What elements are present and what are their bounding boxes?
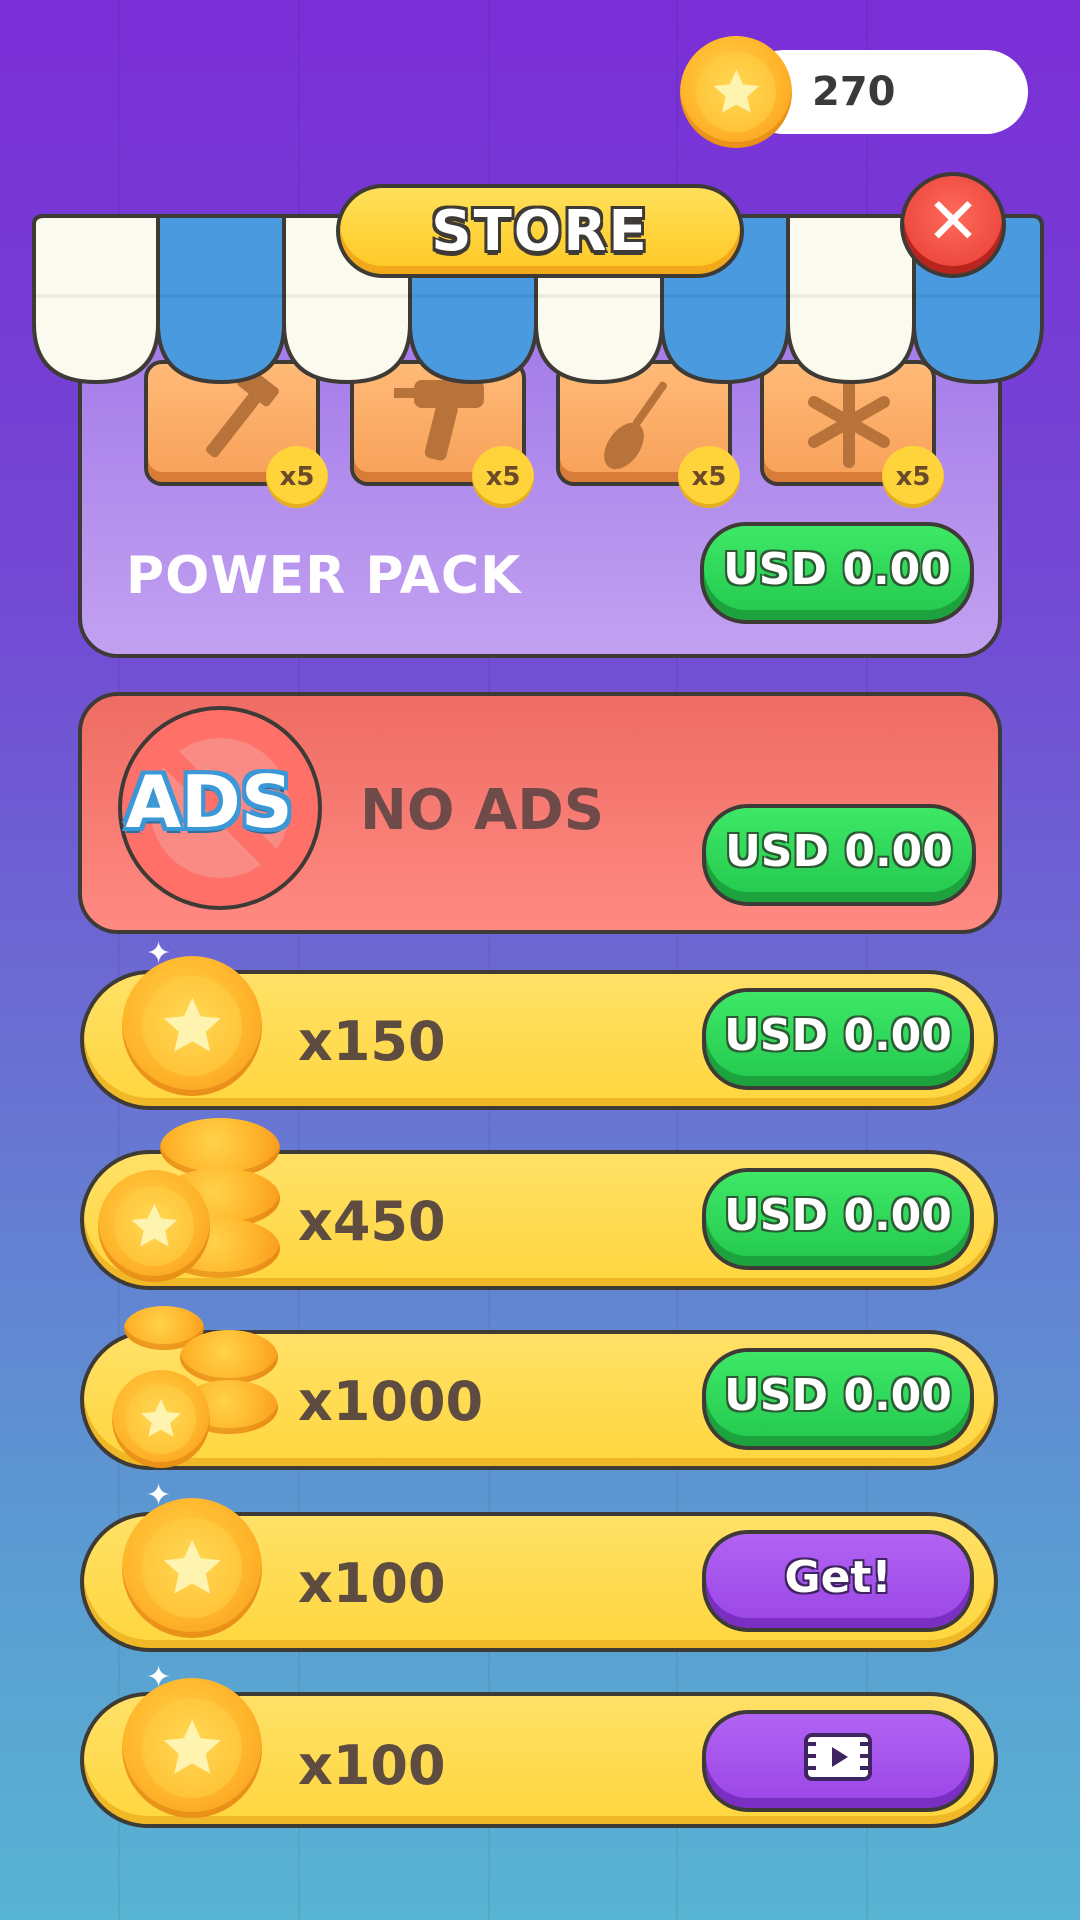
coin-offer-button[interactable]: USD 0.00 bbox=[702, 1168, 974, 1270]
item-count-badge: x5 bbox=[882, 446, 944, 508]
close-button[interactable]: ✕ bbox=[900, 172, 1006, 278]
coin-offer-price: USD 0.00 bbox=[724, 1189, 952, 1241]
no-ads-buy-button[interactable]: USD 0.00 bbox=[702, 804, 976, 906]
screwdriver-icon bbox=[604, 381, 668, 470]
get-free-coins-button[interactable]: Get! bbox=[702, 1530, 974, 1632]
watch-video-button[interactable] bbox=[702, 1710, 974, 1812]
item-count-badge: x5 bbox=[472, 446, 534, 508]
sparkle-icon: ✦ bbox=[146, 1660, 172, 1695]
coin-offer-price: USD 0.00 bbox=[724, 1009, 952, 1061]
store-title-text: STORE bbox=[431, 198, 649, 264]
store-title: STORE bbox=[336, 184, 744, 278]
snowflake-icon bbox=[808, 376, 890, 468]
coin-icon bbox=[122, 1498, 262, 1638]
coin-icon bbox=[122, 956, 262, 1096]
get-button-label: Get! bbox=[784, 1551, 892, 1603]
coin-icon bbox=[112, 1370, 210, 1468]
drill-icon bbox=[394, 380, 484, 461]
hammer-icon bbox=[206, 372, 279, 458]
coin-balance-value: 270 bbox=[812, 69, 896, 115]
coin-stack-icon bbox=[180, 1330, 278, 1384]
coin-offer-button[interactable]: USD 0.00 bbox=[702, 988, 974, 1090]
close-icon: ✕ bbox=[926, 185, 980, 259]
item-count-badge: x5 bbox=[266, 446, 328, 508]
no-ads-label: NO ADS bbox=[360, 778, 605, 843]
no-ads-icon-text: ADS bbox=[125, 760, 293, 844]
coin-offer-amount: x1000 bbox=[298, 1370, 484, 1433]
power-pack-buy-button[interactable]: USD 0.00 bbox=[700, 522, 974, 624]
sparkle-icon: ✦ bbox=[146, 1478, 172, 1513]
coin-icon bbox=[122, 1678, 262, 1818]
sparkle-icon: ✦ bbox=[146, 936, 172, 971]
power-pack-price: USD 0.00 bbox=[723, 543, 951, 595]
item-count-badge: x5 bbox=[678, 446, 740, 508]
coin-offer-amount: x150 bbox=[298, 1010, 446, 1073]
coin-offer-amount: x450 bbox=[298, 1190, 446, 1253]
coin-offer-price: USD 0.00 bbox=[724, 1369, 952, 1421]
coin-offer-amount: x100 bbox=[298, 1552, 446, 1615]
coin-icon bbox=[98, 1170, 210, 1282]
no-ads-price: USD 0.00 bbox=[725, 825, 953, 877]
power-pack-label: POWER PACK bbox=[126, 546, 522, 606]
video-icon bbox=[804, 1733, 872, 1781]
coin-offer-amount: x100 bbox=[298, 1734, 446, 1797]
coin-offer-button[interactable]: USD 0.00 bbox=[702, 1348, 974, 1450]
coin-icon bbox=[680, 36, 792, 148]
